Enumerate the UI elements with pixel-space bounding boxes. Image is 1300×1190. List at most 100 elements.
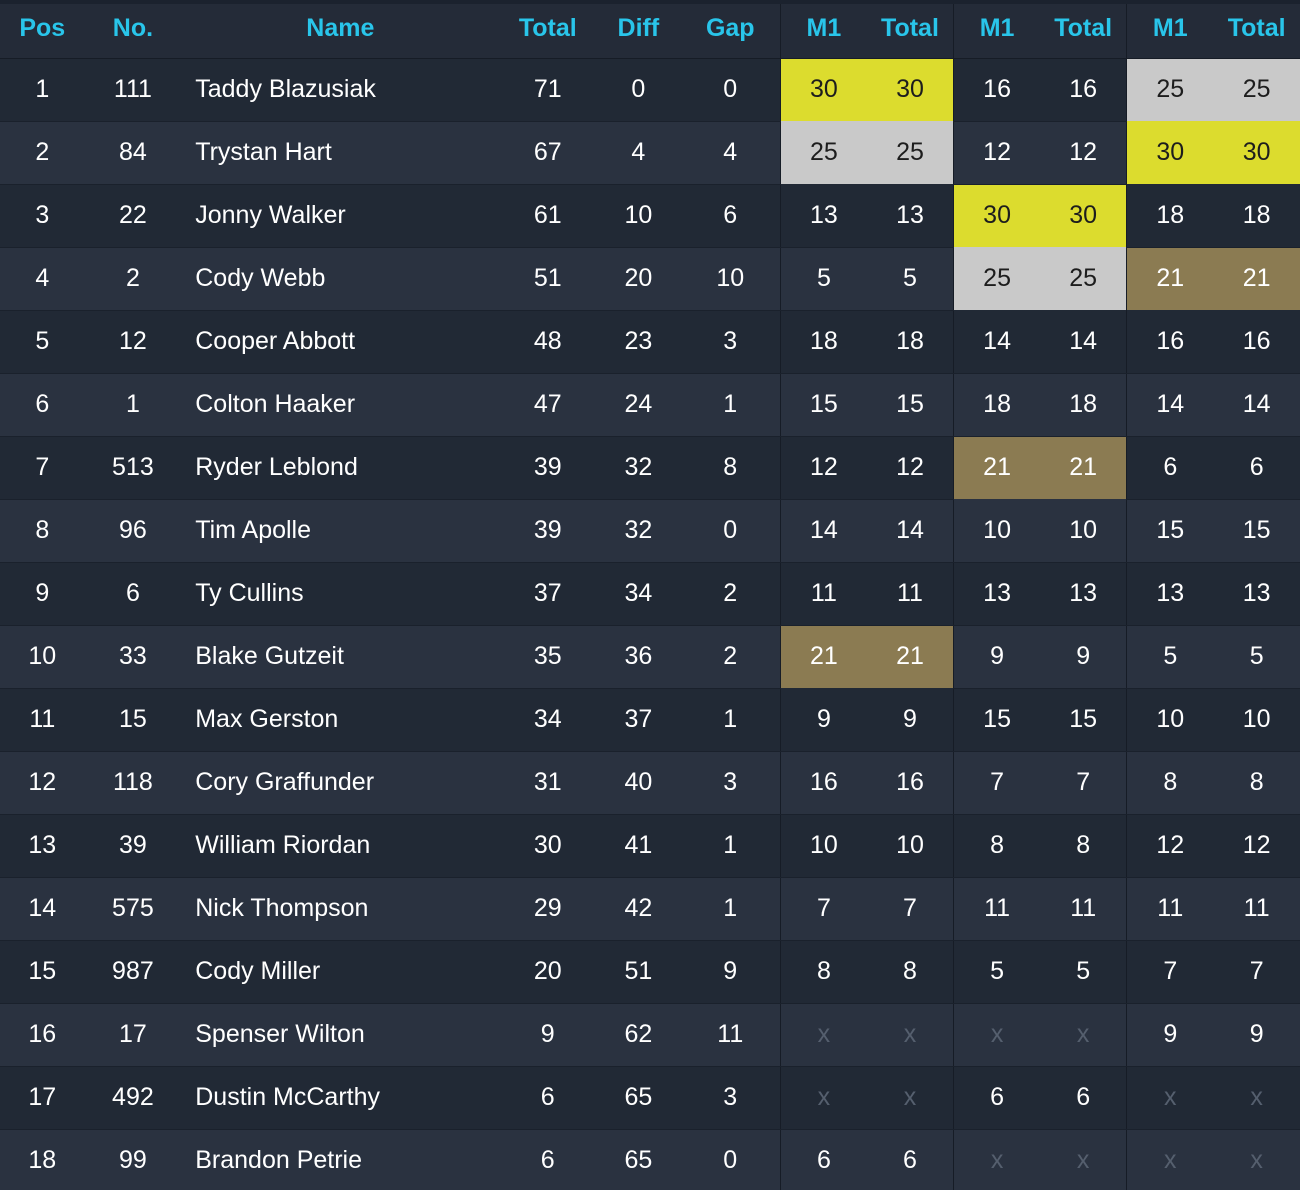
cell-gap: 3	[680, 1066, 781, 1130]
cell-moto3-m1: 10	[1126, 688, 1214, 752]
column-header-moto2-m1[interactable]: M1	[953, 0, 1041, 59]
cell-moto2-total: 9	[1040, 625, 1127, 689]
cell-total-points: 34	[499, 688, 597, 752]
cell-gap: 0	[680, 499, 781, 563]
column-header-moto3-m1[interactable]: M1	[1126, 0, 1214, 59]
table-row[interactable]: 8 96 Tim Apolle 39 32 0 14 14 10 10 15 15	[0, 499, 1300, 563]
cell-rider-number: 12	[84, 310, 182, 374]
column-header-name[interactable]: Name	[181, 0, 500, 59]
cell-rider-name: Cooper Abbott	[181, 310, 500, 374]
cell-total-points: 35	[499, 625, 597, 689]
table-row[interactable]: 1 111 Taddy Blazusiak 71 0 0 30 30 16 16 25 25	[0, 58, 1300, 122]
cell-moto1-m1: 14	[779, 499, 867, 563]
table-row[interactable]: 15 987 Cody Miller 20 51 9 8 8 5 5 7 7	[0, 940, 1300, 1004]
cell-moto2-m1: 10	[953, 499, 1041, 563]
cell-moto2-m1: 11	[953, 877, 1041, 941]
cell-moto2-total: 12	[1040, 121, 1127, 185]
cell-moto2-m1: 15	[953, 688, 1041, 752]
table-row[interactable]: 3 22 Jonny Walker 61 10 6 13 13 30 30 18 18	[0, 184, 1300, 248]
cell-moto3-m1: 12	[1126, 814, 1214, 878]
cell-moto3-total: 6	[1213, 436, 1300, 500]
cell-total-points: 6	[499, 1066, 597, 1130]
cell-moto1-total: 21	[866, 625, 954, 688]
cell-rider-number: 6	[84, 562, 182, 626]
cell-total-points: 67	[499, 121, 597, 185]
column-header-moto3-total[interactable]: Total	[1213, 0, 1300, 59]
column-header-diff[interactable]: Diff	[596, 0, 681, 59]
cell-moto1-total: 9	[866, 688, 954, 752]
table-row[interactable]: 2 84 Trystan Hart 67 4 4 25 25 12 12 30 30	[0, 121, 1300, 185]
cell-gap: 1	[680, 373, 781, 437]
cell-moto2-total: x	[1040, 1003, 1127, 1067]
cell-rider-number: 99	[84, 1129, 182, 1190]
cell-moto2-total: 30	[1040, 184, 1127, 247]
cell-moto2-m1: 9	[953, 625, 1041, 689]
cell-moto1-total: 11	[866, 562, 954, 626]
cell-moto1-total: 12	[866, 436, 954, 500]
header-row: Pos No. Name Total Diff Gap M1 Total M1 …	[0, 0, 1300, 59]
table-row[interactable]: 16 17 Spenser Wilton 9 62 11 x x x x 9 9	[0, 1003, 1300, 1067]
column-header-moto1-m1[interactable]: M1	[779, 0, 867, 59]
results-standings-panel: Pos No. Name Total Diff Gap M1 Total M1 …	[0, 0, 1300, 1190]
cell-diff: 37	[596, 688, 681, 752]
cell-moto1-m1: 15	[779, 373, 867, 437]
cell-moto3-m1: 25	[1126, 58, 1214, 121]
column-header-gap[interactable]: Gap	[680, 0, 781, 59]
table-row[interactable]: 14 575 Nick Thompson 29 42 1 7 7 11 11 11 11	[0, 877, 1300, 941]
cell-moto2-m1: 8	[953, 814, 1041, 878]
cell-position: 13	[0, 814, 85, 878]
cell-rider-number: 39	[84, 814, 182, 878]
cell-rider-name: Brandon Petrie	[181, 1129, 500, 1190]
column-header-pos[interactable]: Pos	[0, 0, 85, 59]
cell-total-points: 37	[499, 562, 597, 626]
cell-diff: 24	[596, 373, 681, 437]
cell-gap: 10	[680, 247, 781, 311]
table-row[interactable]: 11 15 Max Gerston 34 37 1 9 9 15 15 10 10	[0, 688, 1300, 752]
results-standings-table: Pos No. Name Total Diff Gap M1 Total M1 …	[0, 0, 1300, 1190]
table-row[interactable]: 13 39 William Riordan 30 41 1 10 10 8 8 12 12	[0, 814, 1300, 878]
table-row[interactable]: 9 6 Ty Cullins 37 34 2 11 11 13 13 13 13	[0, 562, 1300, 626]
table-row[interactable]: 17 492 Dustin McCarthy 6 65 3 x x 6 6 x x	[0, 1066, 1300, 1130]
cell-moto1-total: 18	[866, 310, 954, 374]
table-row[interactable]: 7 513 Ryder Leblond 39 32 8 12 12 21 21 6 6	[0, 436, 1300, 500]
cell-moto1-m1: 25	[779, 121, 867, 184]
cell-moto2-total: 21	[1040, 436, 1127, 499]
table-row[interactable]: 4 2 Cody Webb 51 20 10 5 5 25 25 21 21	[0, 247, 1300, 311]
cell-moto2-total: 15	[1040, 688, 1127, 752]
cell-moto2-total: x	[1040, 1129, 1127, 1190]
table-header: Pos No. Name Total Diff Gap M1 Total M1 …	[0, 0, 1300, 59]
column-header-total[interactable]: Total	[499, 0, 597, 59]
table-row[interactable]: 12 118 Cory Graffunder 31 40 3 16 16 7 7 8 8	[0, 751, 1300, 815]
cell-rider-number: 2	[84, 247, 182, 311]
cell-moto2-m1: 21	[953, 436, 1041, 499]
cell-gap: 2	[680, 562, 781, 626]
cell-moto3-total: 10	[1213, 688, 1300, 752]
cell-diff: 34	[596, 562, 681, 626]
cell-rider-number: 33	[84, 625, 182, 689]
cell-total-points: 30	[499, 814, 597, 878]
cell-moto2-m1: 18	[953, 373, 1041, 437]
table-row[interactable]: 18 99 Brandon Petrie 6 65 0 6 6 x x x x	[0, 1129, 1300, 1190]
cell-moto2-total: 25	[1040, 247, 1127, 310]
cell-rider-number: 84	[84, 121, 182, 185]
table-body: 1 111 Taddy Blazusiak 71 0 0 30 30 16 16 25 25 2 84 Tr…	[0, 58, 1300, 1190]
cell-moto3-m1: 21	[1126, 247, 1214, 310]
cell-moto3-total: 9	[1213, 1003, 1300, 1067]
cell-total-points: 51	[499, 247, 597, 311]
cell-moto1-m1: 13	[779, 184, 867, 248]
cell-position: 12	[0, 751, 85, 815]
column-header-number[interactable]: No.	[84, 0, 182, 59]
cell-diff: 0	[596, 58, 681, 122]
table-row[interactable]: 5 12 Cooper Abbott 48 23 3 18 18 14 14 16 16	[0, 310, 1300, 374]
table-row[interactable]: 6 1 Colton Haaker 47 24 1 15 15 18 18 14 14	[0, 373, 1300, 437]
cell-moto3-total: 25	[1213, 58, 1300, 121]
table-row[interactable]: 10 33 Blake Gutzeit 35 36 2 21 21 9 9 5 5	[0, 625, 1300, 689]
cell-position: 17	[0, 1066, 85, 1130]
column-header-moto2-total[interactable]: Total	[1040, 0, 1127, 59]
cell-moto2-m1: 14	[953, 310, 1041, 374]
column-header-moto1-total[interactable]: Total	[866, 0, 954, 59]
cell-rider-name: Spenser Wilton	[181, 1003, 500, 1067]
cell-position: 8	[0, 499, 85, 563]
cell-gap: 1	[680, 877, 781, 941]
cell-moto1-total: 25	[866, 121, 954, 184]
